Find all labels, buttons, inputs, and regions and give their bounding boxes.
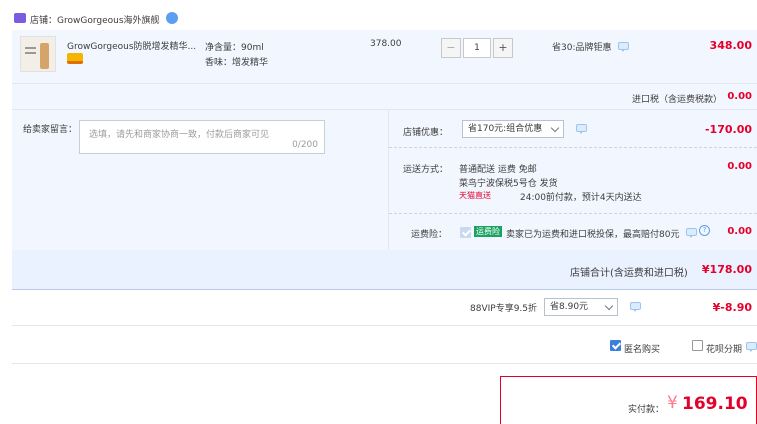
message-textarea[interactable]: 选填，请先和商家协商一致，付款后商家可见 0/200 xyxy=(79,120,325,154)
increase-button[interactable]: + xyxy=(493,38,513,58)
product-title-link[interactable]: GrowGorgeous防脱增发精华... xyxy=(67,39,201,52)
insurance-value: 0.00 xyxy=(727,226,752,237)
shop-discount-select[interactable]: 省170元:组合优惠 xyxy=(462,120,564,138)
import-tax-label: 进口税（含运费税款） xyxy=(632,95,723,105)
vip-selected: 省8.90元 xyxy=(550,302,589,312)
shop-discount-label: 店铺优惠： xyxy=(403,128,449,138)
shop-discount-selected: 省170元:组合优惠 xyxy=(468,124,543,134)
card-icon xyxy=(67,53,83,64)
spec-volume: 净含量：90ml xyxy=(205,43,264,53)
anonymous-checkbox[interactable] xyxy=(610,340,621,351)
delivery-promise: 24:00前付款，预计4天内送达 xyxy=(520,193,642,203)
insurance-tag: 运费险 xyxy=(474,226,502,237)
shop-label: 店铺： xyxy=(30,16,58,26)
shop-header: 店铺： GrowGorgeous海外旗舰 xyxy=(12,8,757,30)
bottle-icon xyxy=(40,43,49,69)
quantity-input[interactable]: 1 xyxy=(463,38,491,58)
vip-discount-select[interactable]: 省8.90元 xyxy=(544,298,618,316)
chevron-down-icon xyxy=(550,123,560,133)
message-label: 给卖家留言： xyxy=(23,125,78,135)
purchase-options-row: 匿名购买 花呗分期 xyxy=(12,326,757,364)
tmall-direct-badge: 天猫直送 xyxy=(459,191,491,200)
vip-label: 88VIP专享9.5折 xyxy=(470,304,538,314)
payment-label: 实付款： xyxy=(628,405,665,415)
insurance-checkbox[interactable] xyxy=(460,227,471,238)
insurance-text: 卖家已为运费和进口税投保，最高赔付80元 xyxy=(506,230,680,240)
installment-label[interactable]: 花呗分期 xyxy=(706,342,742,355)
payment-currency: ¥ xyxy=(667,393,678,413)
chevron-down-icon xyxy=(604,301,614,311)
item-row: GrowGorgeous防脱增发精华... 净含量：90ml 香味：增发精华 3… xyxy=(12,30,757,84)
spec-scent: 香味：增发精华 xyxy=(205,58,269,68)
discount-info-icon[interactable] xyxy=(576,124,587,134)
import-tax-value: 0.00 xyxy=(727,91,752,102)
insurance-label: 运费险： xyxy=(411,230,448,240)
installment-info-icon[interactable] xyxy=(746,342,757,352)
wangwang-icon[interactable] xyxy=(166,12,178,24)
vip-value: ¥-8.90 xyxy=(712,301,752,314)
payment-amount: 169.10 xyxy=(682,394,748,414)
shipping-origin: 菜鸟宁波保税5号仓 发货 xyxy=(459,179,558,189)
shop-total-row: 店铺合计(含运费和进口税) ¥178.00 xyxy=(12,250,757,290)
vip-info-icon[interactable] xyxy=(630,302,641,312)
message-counter: 0/200 xyxy=(292,140,318,150)
discount-note: 省30:品牌钜惠 xyxy=(552,43,612,53)
shop-total-label: 店铺合计(含运费和进口税) xyxy=(570,268,688,279)
shop-icon xyxy=(14,13,26,23)
shipping-value: 0.00 xyxy=(727,161,752,172)
order-options-block: 给卖家留言： 选填，请先和商家协商一致，付款后商家可见 0/200 店铺优惠： … xyxy=(12,110,757,250)
anonymous-label[interactable]: 匿名购买 xyxy=(624,342,660,355)
vip-row: 88VIP专享9.5折 省8.90元 ¥-8.90 xyxy=(12,290,757,326)
installment-checkbox[interactable] xyxy=(692,340,703,351)
discount-tip-icon[interactable] xyxy=(618,42,629,52)
shop-discount-row: 店铺优惠： 省170元:组合优惠 -170.00 xyxy=(389,110,757,148)
help-icon[interactable]: ? xyxy=(699,225,710,236)
shipping-row: 运送方式： 普通配送 运费 免邮 菜鸟宁波保税5号仓 发货 天猫直送 24:00… xyxy=(389,148,757,214)
shipping-label: 运送方式： xyxy=(403,165,449,175)
shop-discount-value: -170.00 xyxy=(704,123,752,136)
shop-total-value: ¥178.00 xyxy=(701,263,752,276)
shop-name-link[interactable]: GrowGorgeous海外旗舰 xyxy=(57,13,160,26)
payment-box: 实付款： ¥ 169.10 xyxy=(500,376,757,424)
unit-price: 378.00 xyxy=(370,39,402,49)
product-thumbnail[interactable] xyxy=(20,36,56,72)
quantity-stepper: − 1 + xyxy=(441,38,513,58)
decrease-button[interactable]: − xyxy=(441,38,461,58)
insurance-chat-icon[interactable] xyxy=(686,228,697,238)
import-tax-row: 进口税（含运费税款） 0.00 xyxy=(12,84,757,110)
insurance-row: 运费险： 运费险 卖家已为运费和进口税投保，最高赔付80元 ? 0.00 xyxy=(389,214,757,250)
item-subtotal: 348.00 xyxy=(709,39,752,52)
shipping-method: 普通配送 运费 免邮 xyxy=(459,165,537,175)
message-placeholder: 选填，请先和商家协商一致，付款后商家可见 xyxy=(89,130,270,140)
